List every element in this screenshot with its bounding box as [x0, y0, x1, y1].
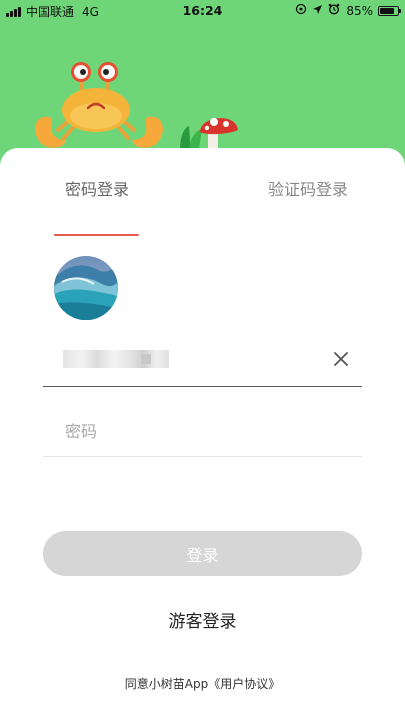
close-icon[interactable]	[332, 350, 350, 368]
login-button[interactable]: 登录	[43, 531, 362, 576]
account-value-masked	[63, 350, 169, 368]
password-input[interactable]	[65, 418, 345, 444]
login-card: 密码登录 验证码登录 登录 游客登录 同意小树苗App《用户协议》	[0, 148, 405, 720]
tab-password-login[interactable]: 密码登录	[65, 176, 129, 200]
login-tabs: 密码登录 验证码登录	[0, 176, 405, 236]
mushroom-icon	[200, 118, 238, 152]
avatar	[54, 256, 118, 320]
password-field[interactable]	[43, 410, 362, 457]
crab-icon	[35, 62, 163, 148]
header-illustration	[35, 62, 238, 152]
grass-icon	[180, 126, 202, 150]
tab-sms-code-login[interactable]: 验证码登录	[268, 176, 348, 200]
user-agreement-link[interactable]: 《用户协议》	[208, 677, 280, 691]
guest-login-button[interactable]: 游客登录	[0, 607, 405, 632]
user-agreement: 同意小树苗App《用户协议》	[0, 675, 405, 692]
account-field[interactable]	[43, 336, 362, 387]
active-tab-indicator	[54, 234, 139, 236]
agreement-prefix: 同意小树苗App	[124, 677, 209, 691]
